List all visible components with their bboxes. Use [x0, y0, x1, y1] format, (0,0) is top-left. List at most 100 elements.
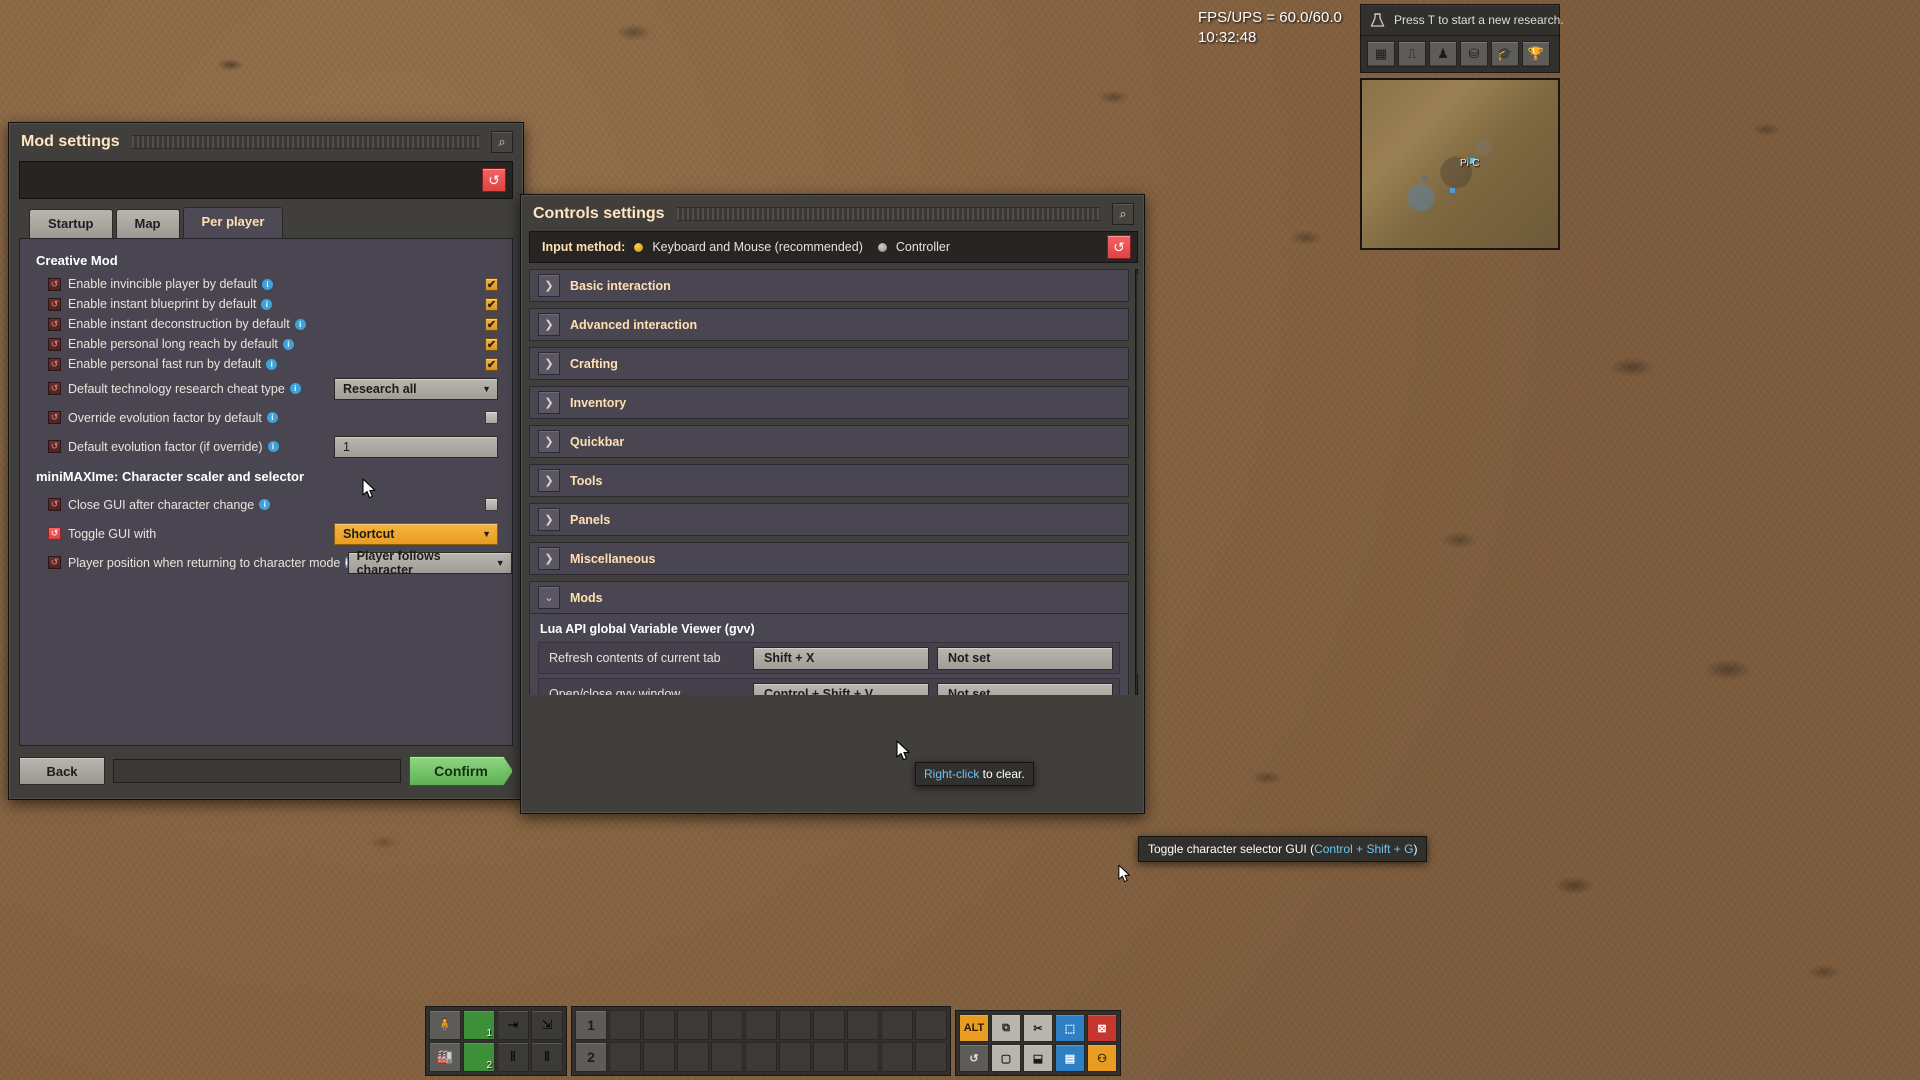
- trophy-icon[interactable]: 🏆: [1522, 41, 1550, 67]
- controls-settings-titlebar[interactable]: Controls settings ⌕: [521, 195, 1144, 231]
- info-icon[interactable]: i: [261, 298, 273, 310]
- setting-checkbox[interactable]: ✔: [485, 277, 498, 291]
- keybinding-row[interactable]: Open/close gvv window Control + Shift + …: [538, 678, 1120, 695]
- close-icon[interactable]: ⌕: [1112, 203, 1134, 225]
- keybinding-secondary-button[interactable]: Not set: [937, 682, 1113, 695]
- minimap[interactable]: Pi-C: [1360, 78, 1560, 250]
- keybinding-row[interactable]: Refresh contents of current tab Shift + …: [538, 642, 1120, 674]
- back-button[interactable]: Back: [19, 757, 105, 785]
- hud-slot-machine[interactable]: 🏭: [429, 1042, 461, 1072]
- quickbar-slot[interactable]: [677, 1042, 709, 1072]
- revert-icon[interactable]: ↺: [48, 337, 61, 351]
- info-icon[interactable]: i: [262, 278, 274, 290]
- quickbar-slot[interactable]: [779, 1042, 811, 1072]
- revert-icon[interactable]: ↺: [48, 357, 61, 371]
- keybinding-secondary-button[interactable]: Not set: [937, 646, 1113, 670]
- revert-icon[interactable]: ↺: [48, 297, 61, 311]
- revert-icon[interactable]: ↺: [48, 277, 61, 291]
- category-tools[interactable]: ❯ Tools: [529, 464, 1129, 497]
- quickbar-slot[interactable]: [609, 1042, 641, 1072]
- setting-row-personal-long-reach[interactable]: ↺ Enable personal long reach by default …: [34, 334, 498, 354]
- scrollbar-thumb[interactable]: [1137, 274, 1138, 674]
- info-icon[interactable]: i: [282, 338, 294, 350]
- setting-checkbox[interactable]: ✔: [485, 357, 498, 371]
- mod-settings-titlebar[interactable]: Mod settings ⌕: [9, 123, 523, 159]
- alt-mode-button[interactable]: ALT: [959, 1014, 989, 1042]
- revert-icon[interactable]: ↺: [48, 317, 61, 331]
- radio-keyboard-mouse[interactable]: [633, 241, 645, 253]
- info-icon[interactable]: i: [266, 412, 278, 423]
- revert-icon[interactable]: ↺: [48, 440, 61, 453]
- quickbar-slot[interactable]: [847, 1010, 879, 1040]
- quickbar-slot[interactable]: [643, 1042, 675, 1072]
- quickbar-slot[interactable]: [609, 1010, 641, 1040]
- setting-checkbox[interactable]: ✔: [485, 317, 498, 331]
- tab-startup[interactable]: Startup: [29, 209, 113, 238]
- hud-slot-pole[interactable]: ⦀: [531, 1042, 563, 1072]
- setting-checkbox[interactable]: ✔: [485, 337, 498, 351]
- category-basic-interaction[interactable]: ❯ Basic interaction: [529, 269, 1129, 302]
- category-crafting[interactable]: ❯ Crafting: [529, 347, 1129, 380]
- copy-button[interactable]: ⧉: [991, 1014, 1021, 1042]
- quickbar-slot[interactable]: [915, 1010, 947, 1040]
- category-miscellaneous[interactable]: ❯ Miscellaneous: [529, 542, 1129, 575]
- hud-slot-inserter[interactable]: ⇲: [531, 1010, 563, 1040]
- quickbar-slot[interactable]: [711, 1042, 743, 1072]
- category-advanced-interaction[interactable]: ❯ Advanced interaction: [529, 308, 1129, 341]
- info-icon[interactable]: i: [294, 318, 306, 330]
- radio-controller[interactable]: [876, 241, 888, 253]
- window-drag-handle[interactable]: [131, 135, 479, 149]
- category-inventory[interactable]: ❯ Inventory: [529, 386, 1129, 419]
- upgrade-button[interactable]: ⬓: [1023, 1044, 1053, 1072]
- setting-row-close-gui-after-change[interactable]: ↺ Close GUI after character change i ✔: [34, 490, 498, 519]
- hud-slot-pipe[interactable]: ⦀: [497, 1042, 529, 1072]
- revert-icon[interactable]: ↺: [48, 556, 61, 569]
- info-icon[interactable]: i: [267, 441, 279, 452]
- hud-slot-character[interactable]: 🧍: [429, 1010, 461, 1040]
- category-panels[interactable]: ❯ Panels: [529, 503, 1129, 536]
- quickbar-slot[interactable]: [881, 1010, 913, 1040]
- setting-row-toggle-gui-with[interactable]: ↺ Toggle GUI with Shortcut ▼: [34, 519, 498, 548]
- reset-icon[interactable]: ↺: [1107, 235, 1131, 259]
- setting-row-instant-blueprint[interactable]: ↺ Enable instant blueprint by default i …: [34, 294, 498, 314]
- keybinding-primary-button[interactable]: Control + Shift + V: [753, 682, 929, 695]
- controls-scrollbar[interactable]: [1135, 269, 1138, 695]
- quickbar-slot[interactable]: [779, 1010, 811, 1040]
- player-position-dropdown[interactable]: Player follows character ▼: [347, 549, 512, 577]
- info-icon[interactable]: i: [259, 499, 271, 510]
- default-evolution-factor-input[interactable]: 1: [334, 435, 498, 458]
- undo-button[interactable]: ↺: [959, 1044, 989, 1072]
- quickbar-slot[interactable]: [711, 1010, 743, 1040]
- setting-checkbox[interactable]: ✔: [485, 411, 498, 424]
- quickbar-slot[interactable]: [745, 1010, 777, 1040]
- revert-icon[interactable]: ↺: [48, 411, 61, 424]
- train-network-icon[interactable]: ⛁: [1460, 41, 1488, 67]
- toggle-gui-with-dropdown[interactable]: Shortcut ▼: [334, 522, 498, 545]
- hud-slot-green-item-2[interactable]: 2: [463, 1042, 495, 1072]
- logistic-network-icon[interactable]: ♟: [1429, 41, 1457, 67]
- info-icon[interactable]: i: [266, 358, 278, 370]
- tutorials-icon[interactable]: 🎓: [1491, 41, 1519, 67]
- cut-button[interactable]: ✂: [1023, 1014, 1053, 1042]
- keybinding-primary-button[interactable]: Shift + X: [753, 646, 929, 670]
- deconstruction-button[interactable]: ⊠: [1087, 1014, 1117, 1042]
- revert-icon[interactable]: ↺: [48, 527, 61, 540]
- quickbar-row-number[interactable]: 1: [575, 1010, 607, 1040]
- category-mods[interactable]: ⌄ Mods: [529, 581, 1129, 614]
- category-quickbar[interactable]: ❯ Quickbar: [529, 425, 1129, 458]
- setting-row-instant-deconstruction[interactable]: ↺ Enable instant deconstruction by defau…: [34, 314, 498, 334]
- setting-row-personal-fast-run[interactable]: ↺ Enable personal fast run by default i …: [34, 354, 498, 374]
- reset-icon[interactable]: ↺: [482, 168, 506, 192]
- blueprint-button[interactable]: ⬚: [1055, 1014, 1085, 1042]
- setting-row-invincible-player[interactable]: ↺ Enable invincible player by default i …: [34, 274, 498, 294]
- setting-row-default-evolution-factor[interactable]: ↺ Default evolution factor (if override)…: [34, 432, 498, 461]
- setting-checkbox[interactable]: ✔: [485, 498, 498, 511]
- quickbar-slot[interactable]: [813, 1010, 845, 1040]
- hud-slot-green-item[interactable]: 1: [463, 1010, 495, 1040]
- setting-row-override-evolution[interactable]: ↺ Override evolution factor by default i…: [34, 403, 498, 432]
- confirm-button[interactable]: Confirm: [409, 756, 513, 786]
- setting-row-player-position-return[interactable]: ↺ Player position when returning to char…: [34, 548, 512, 577]
- research-prompt-bar[interactable]: Press T to start a new research.: [1360, 4, 1564, 36]
- quickbar-slot[interactable]: [677, 1010, 709, 1040]
- production-stats-icon[interactable]: ▦: [1367, 41, 1395, 67]
